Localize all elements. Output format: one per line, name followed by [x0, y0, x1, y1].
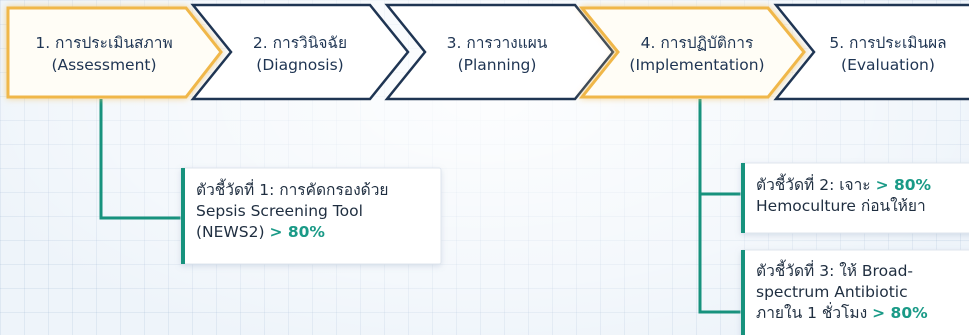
indicator-3-prefix: ภายใน 1 ชั่วโมง	[756, 304, 868, 322]
indicator-3-line-3: ภายใน 1 ชั่วโมง > 80%	[756, 303, 928, 324]
step-1-title: 1. การประเมินสภาพ	[35, 34, 173, 52]
step-4-label: 4. การปฏิบัติการ (Implementation)	[612, 29, 782, 79]
indicator-3-line-1: ตัวชี้วัดที่ 3: ให้ Broad-	[756, 262, 914, 280]
step-5-title: 5. การประเมินผล	[829, 34, 947, 52]
indicator-2-line-2: Hemoculture ก่อนให้ยา	[756, 197, 926, 215]
indicator-2-accent	[741, 163, 745, 233]
indicator-2-line-1: ตัวชี้วัดที่ 2: เจาะ > 80%	[756, 175, 931, 196]
indicator-3-target: > 80%	[872, 304, 928, 322]
step-3-label: 3. การวางแผน (Planning)	[417, 29, 577, 79]
step-4-subtitle: (Implementation)	[629, 56, 765, 74]
indicator-1-line-2: Sepsis Screening Tool	[196, 202, 363, 220]
step-1-subtitle: (Assessment)	[51, 56, 157, 74]
indicator-1-accent	[181, 168, 185, 264]
step-5-subtitle: (Evaluation)	[841, 56, 935, 74]
indicator-3-accent	[741, 250, 745, 335]
step-2-subtitle: (Diagnosis)	[256, 56, 344, 74]
indicator-3-line-2: spectrum Antibiotic	[756, 283, 908, 301]
connector-implementation	[698, 99, 741, 314]
indicator-2-target: > 80%	[875, 176, 932, 194]
indicator-1-text: ตัวชี้วัดที่ 1: การคัดกรองด้วย Sepsis Sc…	[196, 180, 389, 243]
step-3-subtitle: (Planning)	[457, 56, 537, 74]
step-2-title: 2. การวินิจฉัย	[252, 34, 348, 52]
step-4-title: 4. การปฏิบัติการ	[640, 34, 754, 52]
indicator-1-prefix: (NEWS2)	[196, 223, 265, 241]
step-5-label: 5. การประเมินผล (Evaluation)	[808, 29, 968, 79]
indicator-2-prefix: ตัวชี้วัดที่ 2: เจาะ	[756, 176, 871, 194]
indicator-1-target: > 80%	[269, 223, 325, 241]
step-2-label: 2. การวินิจฉัย (Diagnosis)	[220, 29, 380, 79]
step-1-label: 1. การประเมินสภาพ (Assessment)	[14, 29, 194, 79]
indicator-2-text: ตัวชี้วัดที่ 2: เจาะ > 80% Hemoculture ก…	[756, 175, 931, 217]
indicator-1-line-3: (NEWS2) > 80%	[196, 222, 389, 243]
step-3-title: 3. การวางแผน	[446, 34, 548, 52]
indicator-3-text: ตัวชี้วัดที่ 3: ให้ Broad- spectrum Anti…	[756, 261, 928, 324]
connector-assessment	[99, 99, 183, 220]
indicator-1-line-1: ตัวชี้วัดที่ 1: การคัดกรองด้วย	[196, 181, 389, 199]
